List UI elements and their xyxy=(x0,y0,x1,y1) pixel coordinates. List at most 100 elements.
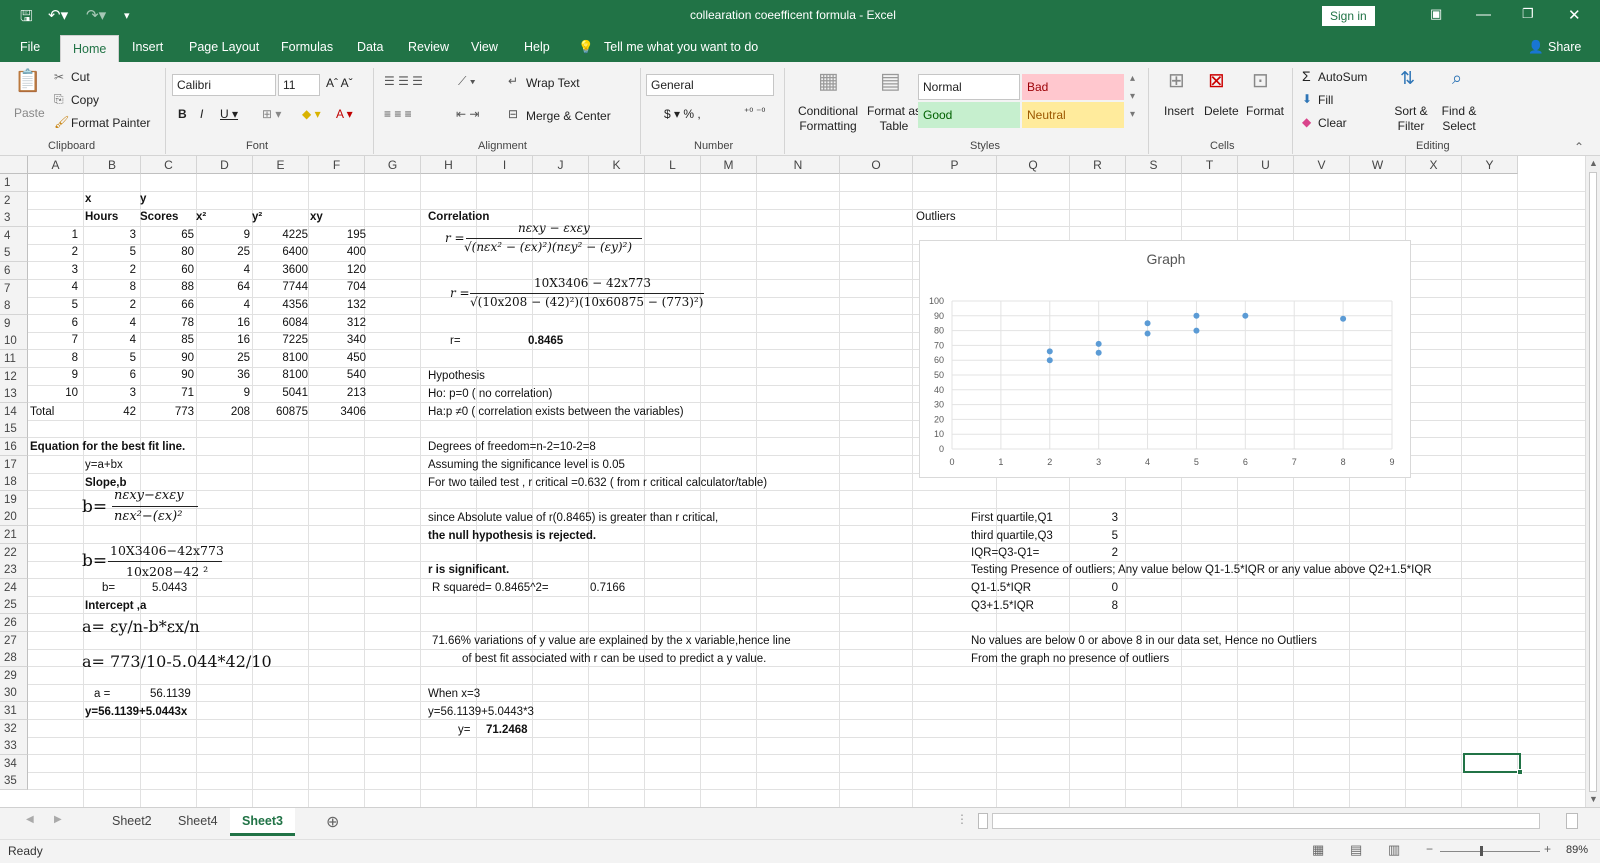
number-format-select[interactable]: General xyxy=(646,74,774,96)
tab-home[interactable]: Home xyxy=(60,35,120,62)
row-header[interactable]: 16 xyxy=(0,438,28,456)
tab-view[interactable]: View xyxy=(471,32,498,62)
column-header[interactable]: S xyxy=(1126,156,1182,174)
tab-insert[interactable]: Insert xyxy=(132,32,163,62)
column-header[interactable]: N xyxy=(757,156,840,174)
find-select-button[interactable]: Find & Select xyxy=(1434,104,1484,134)
restore-icon[interactable]: ❐ xyxy=(1522,6,1534,22)
redo-icon[interactable]: ↷▾ xyxy=(86,6,106,24)
row-header[interactable]: 23 xyxy=(0,561,28,580)
insert-button[interactable]: Insert xyxy=(1164,104,1194,118)
row-header[interactable]: 13 xyxy=(0,385,28,404)
row-header[interactable]: 12 xyxy=(0,367,28,386)
customize-qat-icon[interactable]: ▾ xyxy=(124,9,130,22)
column-header[interactable]: D xyxy=(197,156,253,174)
style-neutral[interactable]: Neutral xyxy=(1022,102,1124,128)
column-header[interactable]: Y xyxy=(1462,156,1518,174)
row-header[interactable]: 11 xyxy=(0,350,28,368)
fill-button[interactable]: Fill xyxy=(1318,93,1333,107)
format-as-table-button[interactable]: Format as Table xyxy=(866,104,922,134)
row-header[interactable]: 7 xyxy=(0,279,28,298)
zoom-slider[interactable] xyxy=(1440,851,1540,852)
row-header[interactable]: 20 xyxy=(0,508,28,527)
font-size-select[interactable]: 11 xyxy=(278,74,320,96)
tab-help[interactable]: Help xyxy=(524,32,550,62)
column-header[interactable]: U xyxy=(1238,156,1294,174)
orientation-icon[interactable]: ⟋ ▾ xyxy=(458,74,476,89)
row-header[interactable]: 22 xyxy=(0,543,28,562)
column-header[interactable]: G xyxy=(365,156,421,174)
fill-color-icon[interactable]: ◆ ▾ xyxy=(302,107,321,121)
row-header[interactable]: 30 xyxy=(0,684,28,703)
align-left-icon[interactable]: ≡ ≡ ≡ xyxy=(384,107,412,121)
row-header[interactable]: 4 xyxy=(0,226,28,245)
sort-filter-button[interactable]: Sort & Filter xyxy=(1388,104,1434,134)
row-header[interactable]: 9 xyxy=(0,314,28,333)
row-header[interactable]: 25 xyxy=(0,596,28,615)
row-header[interactable]: 34 xyxy=(0,754,28,773)
row-header[interactable]: 5 xyxy=(0,244,28,263)
column-header[interactable]: B xyxy=(84,156,141,174)
paste-icon[interactable]: 📋 xyxy=(14,68,41,94)
save-icon[interactable]: 🖫 xyxy=(20,6,33,31)
row-header[interactable]: 19 xyxy=(0,490,28,509)
sheet-tab-sheet2[interactable]: Sheet2 xyxy=(100,808,164,834)
column-header[interactable]: P xyxy=(913,156,997,174)
scroll-down-icon[interactable]: ▼ xyxy=(1589,794,1598,804)
collapse-ribbon-icon[interactable]: ⌃ xyxy=(1574,140,1584,154)
column-header[interactable]: H xyxy=(421,156,477,174)
row-header[interactable]: 8 xyxy=(0,297,28,316)
row-header[interactable]: 26 xyxy=(0,614,28,632)
selected-cell[interactable] xyxy=(1463,753,1521,773)
format-painter-button[interactable]: Format Painter xyxy=(71,116,150,130)
decimal-icon[interactable]: ⁺⁰ ⁻⁰ xyxy=(744,107,765,118)
sign-in-button[interactable]: Sign in xyxy=(1322,6,1375,26)
delete-button[interactable]: Delete xyxy=(1204,104,1239,118)
sheet-tab-sheet4[interactable]: Sheet4 xyxy=(166,808,230,834)
column-header[interactable]: C xyxy=(141,156,197,174)
column-header[interactable]: I xyxy=(477,156,533,174)
scroll-up-icon[interactable]: ▲ xyxy=(1589,158,1598,168)
page-break-view-icon[interactable]: ▥ xyxy=(1388,842,1400,858)
row-header[interactable]: 2 xyxy=(0,191,28,210)
style-good[interactable]: Good xyxy=(918,102,1020,128)
row-header[interactable]: 28 xyxy=(0,649,28,668)
tab-data[interactable]: Data xyxy=(357,32,383,62)
bold-button[interactable]: B xyxy=(178,107,187,121)
column-header[interactable]: T xyxy=(1182,156,1238,174)
prev-sheet-icon[interactable]: ◀ xyxy=(26,814,34,825)
select-all-corner[interactable] xyxy=(0,156,28,174)
page-layout-view-icon[interactable]: ▤ xyxy=(1350,842,1362,858)
row-header[interactable]: 24 xyxy=(0,578,28,597)
column-header[interactable]: A xyxy=(28,156,84,174)
row-header[interactable]: 18 xyxy=(0,473,28,492)
borders-icon[interactable]: ⊞ ▾ xyxy=(262,107,281,121)
font-name-select[interactable]: Calibri xyxy=(172,74,276,96)
sheet-tab-sheet3[interactable]: Sheet3 xyxy=(230,808,295,836)
column-header[interactable]: M xyxy=(701,156,757,174)
row-header[interactable]: 31 xyxy=(0,702,28,720)
tab-formulas[interactable]: Formulas xyxy=(281,32,333,62)
zoom-slider-thumb[interactable] xyxy=(1480,846,1483,856)
normal-view-icon[interactable]: ▦ xyxy=(1312,842,1324,858)
row-header[interactable]: 21 xyxy=(0,526,28,544)
row-header[interactable]: 3 xyxy=(0,209,28,228)
autosum-button[interactable]: AutoSum xyxy=(1318,70,1367,84)
copy-button[interactable]: Copy xyxy=(71,93,99,107)
row-header[interactable]: 6 xyxy=(0,262,28,280)
zoom-in-icon[interactable]: + xyxy=(1544,842,1551,856)
paste-button[interactable]: Paste xyxy=(14,106,45,120)
row-header[interactable]: 14 xyxy=(0,402,28,421)
column-header[interactable]: K xyxy=(589,156,645,174)
row-header[interactable]: 33 xyxy=(0,737,28,756)
row-header[interactable]: 32 xyxy=(0,719,28,738)
styles-scroll-icon[interactable]: ▴ ▾ ▾ xyxy=(1130,70,1135,124)
format-button[interactable]: Format xyxy=(1246,104,1284,118)
column-header[interactable]: J xyxy=(533,156,589,174)
close-icon[interactable]: ✕ xyxy=(1568,6,1581,24)
row-header[interactable]: 1 xyxy=(0,174,28,192)
grow-font-icon[interactable]: Aˆ Aˇ xyxy=(326,76,353,90)
column-header[interactable]: E xyxy=(253,156,309,174)
row-header[interactable]: 27 xyxy=(0,631,28,650)
style-bad[interactable]: Bad xyxy=(1022,74,1124,100)
